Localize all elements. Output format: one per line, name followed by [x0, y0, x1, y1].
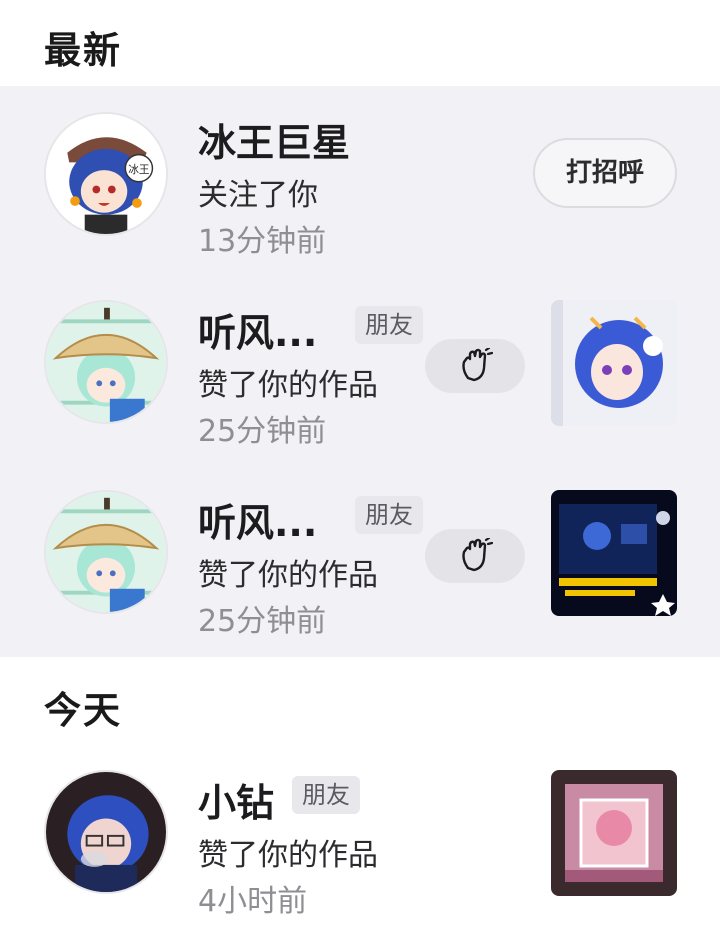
notification-time: 25分钟前 — [198, 414, 327, 449]
user-name[interactable]: 小钻 — [198, 772, 274, 827]
notification-action: 赞了你的作品 — [198, 558, 378, 593]
notification-action: 赞了你的作品 — [198, 368, 378, 403]
wave-button[interactable] — [425, 339, 525, 393]
notification-row[interactable]: 听风... 朋友 赞了你的作品 25分钟前 — [0, 276, 720, 466]
user-name[interactable]: 冰王巨星 — [198, 112, 350, 167]
notification-row[interactable]: 听风... 朋友 赞了你的作品 25分钟前 — [0, 466, 720, 656]
notification-row[interactable]: 冰王 冰王巨星 关注了你 13分钟前 打招呼 — [0, 86, 720, 276]
friend-tag: 朋友 — [292, 776, 360, 814]
wave-hand-icon — [462, 348, 493, 382]
avatar[interactable] — [44, 300, 168, 424]
greet-button[interactable]: 打招呼 — [533, 138, 677, 208]
section-title-today: 今天 — [44, 689, 122, 732]
notification-time: 25分钟前 — [198, 604, 327, 639]
avatar[interactable] — [44, 770, 168, 894]
post-thumbnail[interactable] — [551, 300, 677, 426]
wave-hand-icon — [462, 538, 493, 572]
post-thumbnail[interactable] — [551, 490, 677, 616]
notification-row[interactable]: 小钻 朋友 赞了你的作品 4小时前 — [0, 746, 720, 936]
section-title-latest: 最新 — [44, 29, 122, 72]
notification-action: 赞了你的作品 — [198, 838, 378, 873]
avatar-badge-text: 冰王 — [128, 163, 150, 176]
friend-tag: 朋友 — [355, 496, 423, 534]
friend-tag: 朋友 — [355, 306, 423, 344]
notification-time: 4小时前 — [198, 884, 308, 919]
user-name[interactable]: 听风... — [198, 302, 317, 357]
avatar[interactable] — [44, 490, 168, 614]
user-name[interactable]: 听风... — [198, 492, 317, 547]
notification-time: 13分钟前 — [198, 224, 327, 259]
post-thumbnail[interactable] — [551, 770, 677, 896]
notification-action: 关注了你 — [198, 178, 318, 213]
avatar[interactable]: 冰王 — [44, 112, 168, 236]
wave-button[interactable] — [425, 529, 525, 583]
